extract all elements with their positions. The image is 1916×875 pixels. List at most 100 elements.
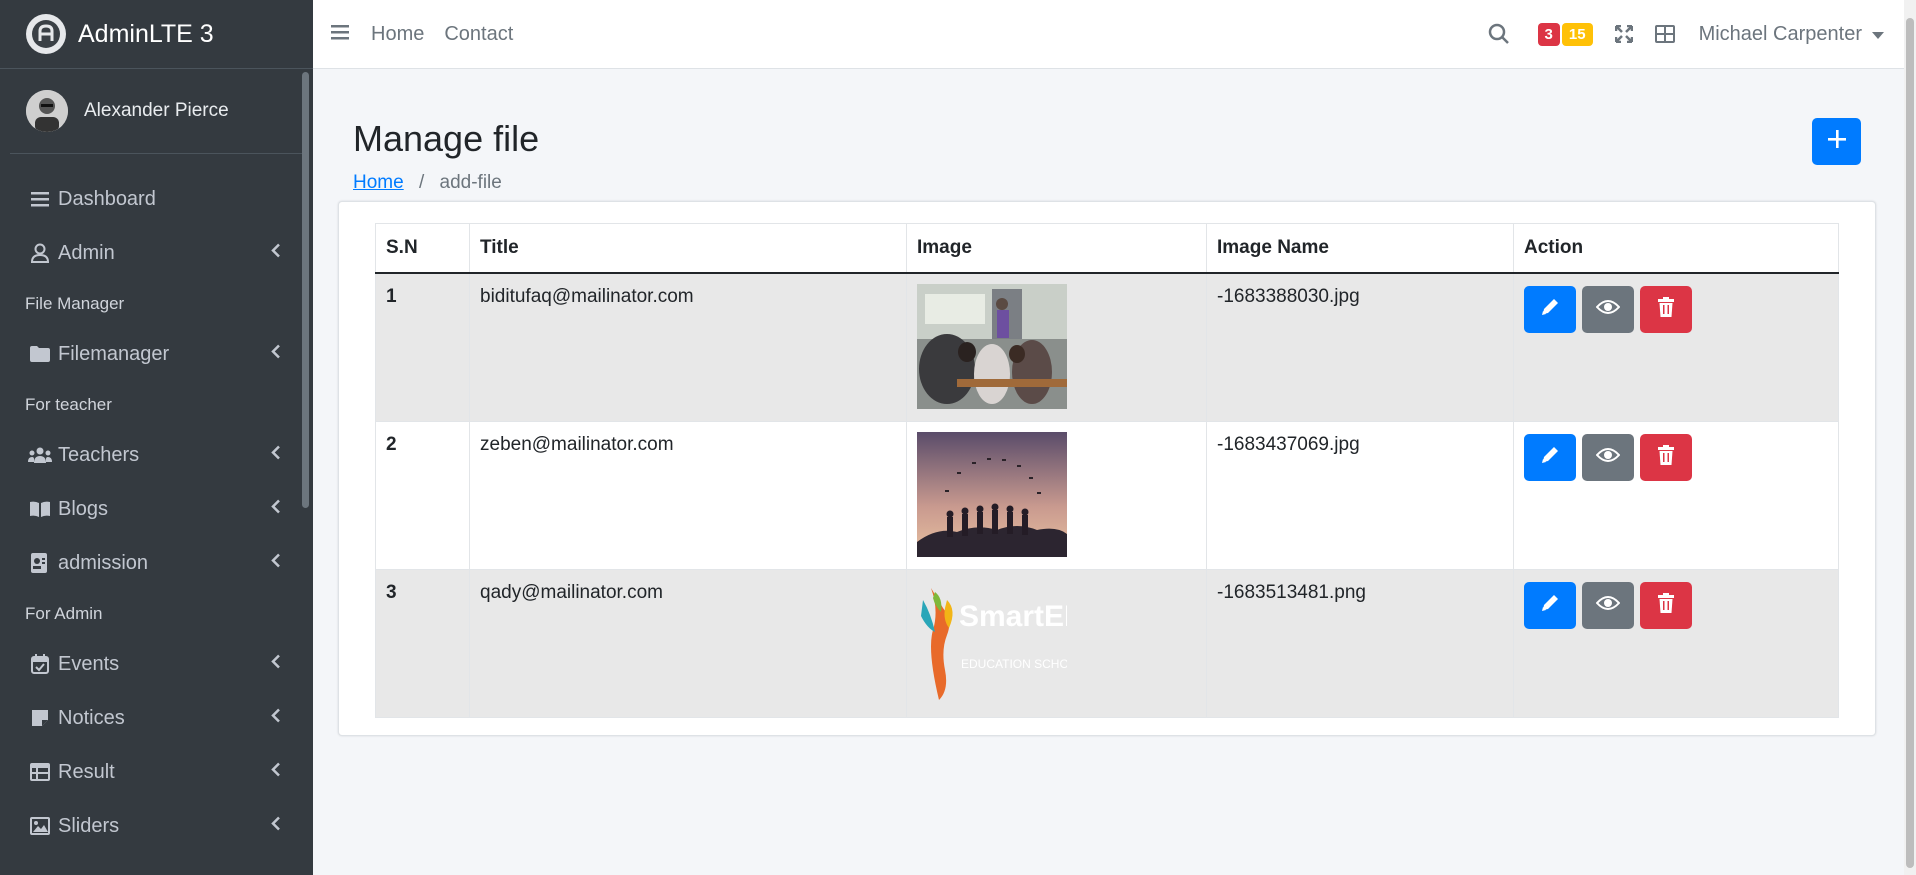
sidebar-item-admission[interactable]: admission [0,536,313,590]
svg-text:EDUCATION SCHOOL: EDUCATION SCHOOL [961,657,1067,671]
table-row: 3 qady@mailinator.com SmartEDU EDUCATION… [375,569,1839,718]
nav-link-contact[interactable]: Contact [444,23,513,46]
column-header-action: Action [1513,223,1839,274]
cell-image [906,421,1207,570]
cell-actions [1513,421,1839,570]
table-row: 2 zeben@mailinator.com -1683437069.jpg [375,421,1839,570]
chevron-left-icon [271,343,281,366]
files-card: S.N Title Image Image Name Action 1 bidi… [338,201,1876,736]
sidebar-item-label: Filemanager [58,342,170,365]
user-panel[interactable]: Alexander Pierce [10,69,303,154]
view-button[interactable] [1582,582,1634,629]
calendar-check-icon [28,653,52,675]
cell-image-name: -1683437069.jpg [1206,421,1514,570]
nav-header: For teacher [25,394,112,414]
cell-title: qady@mailinator.com [469,569,907,718]
user-name: Alexander Pierce [84,100,229,121]
notification-badge-yellow[interactable]: 15 [1561,22,1593,46]
delete-button[interactable] [1640,582,1692,629]
nav-link-home[interactable]: Home [371,23,424,46]
cell-actions [1513,272,1839,422]
table-header-row: S.N Title Image Image Name Action [375,223,1839,274]
column-header-image-name: Image Name [1206,223,1514,274]
sidebar-item-sliders[interactable]: Sliders [0,799,313,853]
chevron-left-icon [271,242,281,265]
page-scrollbar[interactable] [1904,0,1916,875]
image-icon [28,815,52,837]
sidebar-item-admin[interactable]: Admin [0,226,313,280]
page-title: Manage file [353,118,540,159]
sidebar-item-label: Teachers [58,443,140,466]
view-button[interactable] [1582,434,1634,481]
grid-icon[interactable] [1654,25,1675,43]
breadcrumb-separator: / [418,172,425,193]
user-dropdown[interactable]: Michael Carpenter [1699,23,1884,46]
edit-button[interactable] [1524,434,1576,481]
table-row: 1 biditufaq@mailinator.com -1683388030.j… [375,272,1839,422]
breadcrumb-home-link[interactable]: Home [353,172,404,193]
edit-button[interactable] [1524,286,1576,333]
user-menu-name: Michael Carpenter [1698,22,1862,45]
trash-icon [1658,592,1674,619]
eye-icon [1595,447,1621,469]
delete-button[interactable] [1640,286,1692,333]
sidebar-item-notices[interactable]: Notices [0,691,313,745]
search-icon[interactable] [1488,23,1510,45]
sidebar-item-result[interactable]: Result [0,745,313,799]
eye-icon [1595,299,1621,321]
cell-image [906,272,1207,422]
sidebar-item-teachers[interactable]: Teachers [0,428,313,482]
chevron-left-icon [271,552,281,575]
delete-button[interactable] [1640,434,1692,481]
sidebar-scrollbar[interactable] [302,72,309,508]
sidebar-item-dashboard[interactable]: Dashboard [0,172,313,226]
view-button[interactable] [1582,286,1634,333]
column-header-sn: S.N [375,223,470,274]
users-icon [28,444,52,466]
badge-group[interactable]: 3 15 [1537,22,1593,46]
edit-button[interactable] [1524,582,1576,629]
sidebar-item-label: Notices [58,706,125,729]
pencil-icon [1540,297,1560,323]
sidebar-item-label: Sliders [58,814,120,837]
chevron-left-icon [271,498,281,521]
cell-sn: 1 [375,272,470,422]
sidebar-item-label: admission [58,551,149,574]
classroom-photo [917,284,1067,409]
svg-text:SmartEDU: SmartEDU [959,600,1067,633]
top-navbar: Home Contact 3 15 Michael Carpenter [313,0,1904,69]
brand-title: AdminLTE 3 [78,19,214,48]
cell-title: biditufaq@mailinator.com [469,272,907,422]
table-icon [28,761,52,783]
breadcrumb-current: add-file [439,172,502,193]
pencil-icon [1540,445,1560,471]
sidebar-item-label: Admin [58,241,115,264]
trash-icon [1658,444,1674,471]
notification-badge-red[interactable]: 3 [1537,22,1560,46]
fullscreen-icon[interactable] [1614,25,1633,43]
chevron-left-icon [271,653,281,676]
chevron-left-icon [271,707,281,730]
nav-header: File Manager [25,293,125,313]
main-sidebar: AdminLTE 3 Alexander Pierce Dashboard Ad… [0,0,313,875]
cell-image: SmartEDU EDUCATION SCHOOL [906,569,1207,718]
hamburger-icon[interactable] [331,24,351,45]
add-file-button[interactable] [1812,118,1861,165]
cell-sn: 2 [375,421,470,570]
folder-icon [28,343,52,365]
smartedu-logo: SmartEDU EDUCATION SCHOOL [917,580,1067,705]
sidebar-item-label: Dashboard [58,187,156,210]
plus-icon [1827,130,1846,153]
sidebar-item-label: Blogs [58,497,109,520]
sidebar-item-blogs[interactable]: Blogs [0,482,313,536]
brand-link[interactable]: AdminLTE 3 [0,0,313,69]
user-icon [28,242,52,264]
breadcrumb: Home / add-file [353,172,502,194]
sidebar-item-events[interactable]: Events [0,637,313,691]
sidebar-item-label: Events [58,652,120,675]
note-icon [28,707,52,729]
cell-title: zeben@mailinator.com [469,421,907,570]
sidebar-item-filemanager[interactable]: Filemanager [0,327,313,381]
menu-icon [28,188,52,210]
cell-image-name: -1683388030.jpg [1206,272,1514,422]
